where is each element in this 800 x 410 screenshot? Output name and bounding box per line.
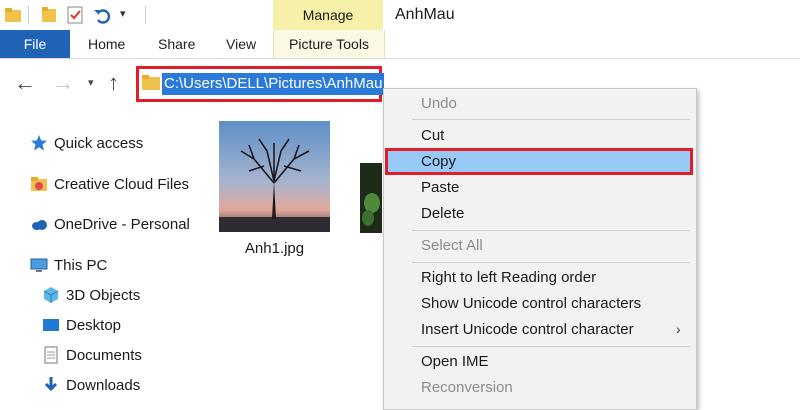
customize-toolbar-chevron-icon[interactable]: ▾ — [120, 7, 126, 20]
sidebar-item-label: Creative Cloud Files — [54, 175, 190, 193]
menu-item-cut[interactable]: Cut — [421, 124, 444, 148]
sidebar-item-label: OneDrive - Personal — [54, 215, 190, 233]
divider — [145, 6, 146, 24]
sidebar-item-3d-objects[interactable]: 3D Objects — [42, 283, 140, 307]
menu-item-copy[interactable]: Copy — [421, 150, 456, 174]
sidebar-item-creative-cloud-files[interactable]: Creative Cloud Files — [30, 172, 189, 196]
menu-item-show-unicode[interactable]: Show Unicode control characters — [421, 292, 641, 316]
new-folder-icon[interactable] — [40, 6, 58, 24]
tab-share[interactable]: Share — [158, 30, 195, 58]
menu-item-select-all[interactable]: Select All — [421, 234, 483, 258]
back-arrow-icon[interactable]: ← — [14, 70, 36, 96]
menu-separator — [412, 346, 690, 347]
tab-file[interactable]: File — [0, 30, 70, 58]
document-icon — [44, 346, 58, 364]
sidebar-item-label: 3D Objects — [66, 286, 141, 304]
sidebar-item-quick-access[interactable]: Quick access — [30, 131, 143, 155]
divider — [28, 6, 29, 24]
forward-arrow-icon[interactable]: → — [52, 70, 74, 96]
recent-locations-chevron-icon[interactable]: ▾ — [88, 76, 94, 89]
menu-item-undo[interactable]: Undo — [421, 92, 457, 116]
desktop-icon — [43, 319, 59, 331]
tab-view[interactable]: View — [226, 30, 256, 58]
sidebar-item-label: Downloads — [66, 376, 141, 394]
undo-icon[interactable] — [93, 6, 111, 24]
tab-manage[interactable]: Manage — [273, 0, 383, 30]
folder-icon — [142, 75, 160, 90]
menu-item-delete[interactable]: Delete — [421, 202, 464, 226]
onedrive-cloud-icon — [32, 220, 47, 230]
tab-home[interactable]: Home — [88, 30, 125, 58]
star-icon — [31, 135, 47, 151]
sidebar-item-label: Quick access — [54, 134, 144, 152]
computer-icon — [30, 258, 48, 272]
menu-item-reconversion[interactable]: Reconversion — [421, 376, 513, 400]
image-thumbnail-tree[interactable] — [219, 121, 330, 232]
folder-icon[interactable] — [4, 6, 22, 24]
menu-separator — [412, 262, 690, 263]
menu-item-paste[interactable]: Paste — [421, 176, 459, 200]
download-arrow-icon — [44, 377, 58, 392]
up-arrow-icon[interactable]: ↑ — [108, 70, 119, 96]
menu-separator — [412, 119, 690, 120]
sidebar-item-onedrive[interactable]: OneDrive - Personal — [30, 212, 190, 236]
sidebar-item-this-pc[interactable]: This PC — [30, 253, 107, 277]
menu-item-open-ime[interactable]: Open IME — [421, 350, 489, 374]
menu-item-right-to-left[interactable]: Right to left Reading order — [421, 266, 596, 290]
properties-check-icon[interactable] — [66, 6, 84, 24]
tab-picture-tools[interactable]: Picture Tools — [273, 30, 385, 58]
sidebar-item-label: Documents — [66, 346, 142, 364]
cube-icon — [43, 287, 59, 303]
sidebar-item-documents[interactable]: Documents — [42, 343, 142, 367]
sidebar-item-downloads[interactable]: Downloads — [42, 373, 140, 397]
image-thumbnail-plant[interactable] — [360, 163, 382, 233]
creative-cloud-folder-icon — [31, 177, 47, 191]
sidebar-item-desktop[interactable]: Desktop — [42, 313, 121, 337]
menu-separator — [412, 230, 690, 231]
sidebar-item-label: Desktop — [66, 316, 122, 334]
sidebar-item-label: This PC — [54, 256, 108, 274]
submenu-chevron-right-icon: › — [676, 321, 681, 337]
window-title: AnhMau — [395, 6, 455, 23]
menu-item-insert-unicode[interactable]: Insert Unicode control character — [421, 318, 634, 342]
file-name-label[interactable]: Anh1.jpg — [219, 240, 330, 257]
address-path-text[interactable]: C:\Users\DELL\Pictures\AnhMau — [162, 73, 385, 95]
